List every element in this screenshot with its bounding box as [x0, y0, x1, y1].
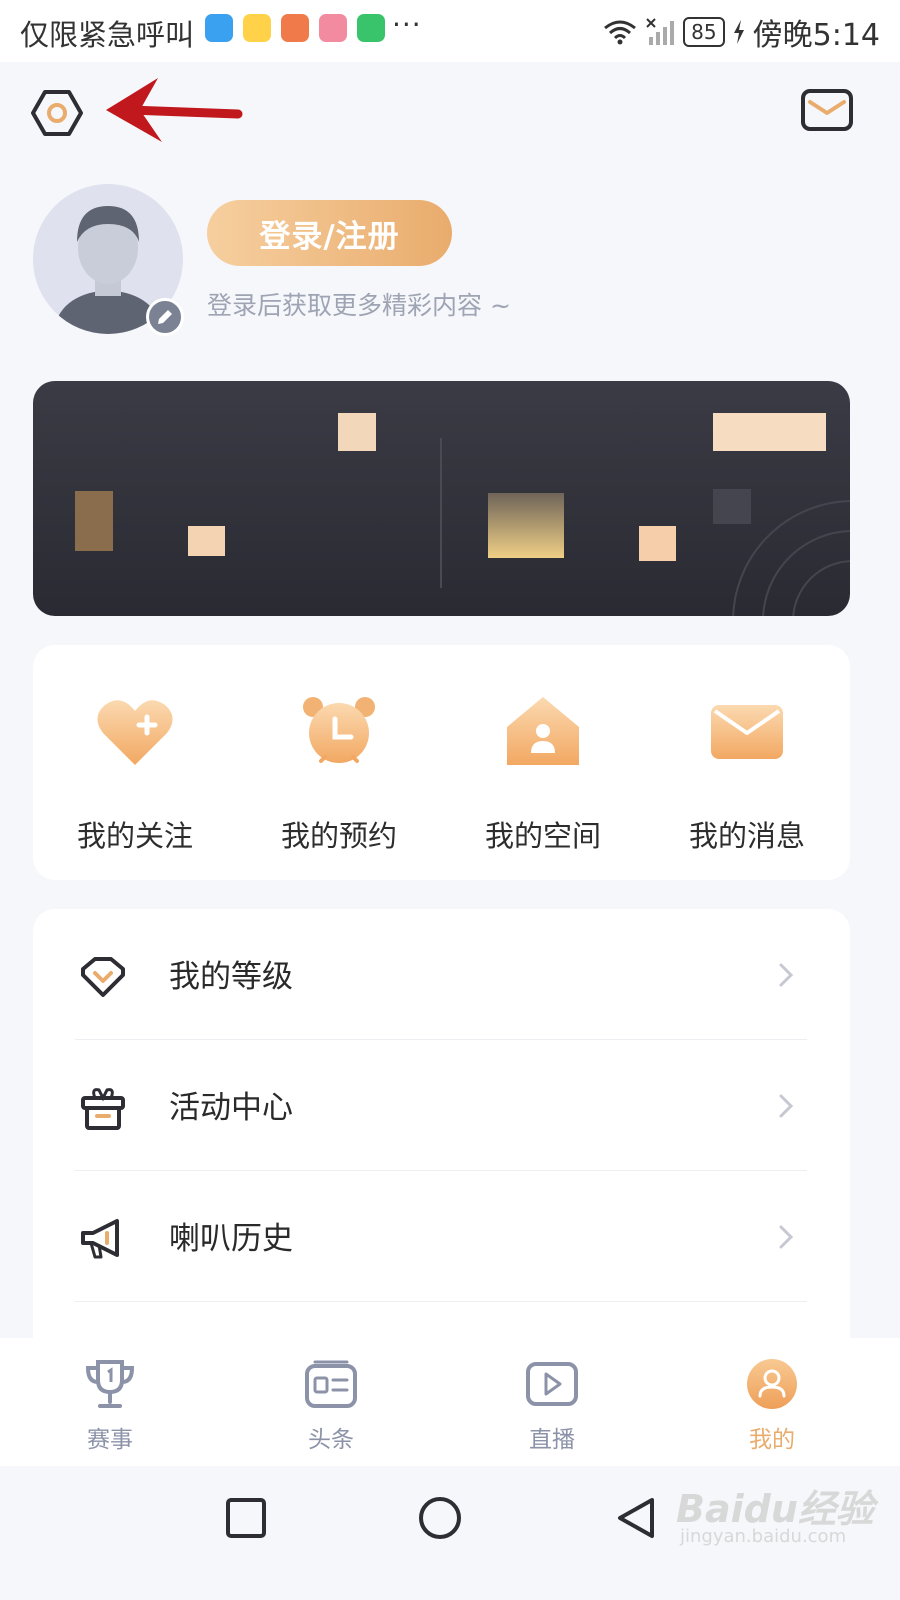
blurred-block — [75, 491, 113, 551]
mihoyo-app-icon — [243, 14, 271, 42]
status-right: 85 傍晚5:14 — [603, 10, 880, 54]
nav-tab-mine[interactable]: 我的 — [717, 1358, 827, 1454]
blurred-block — [488, 493, 564, 558]
baidu-watermark: Baidu经验 — [676, 1487, 874, 1531]
gift-icon — [81, 1088, 125, 1130]
chevron-right-icon — [779, 963, 794, 987]
trophy-icon — [85, 1360, 135, 1408]
alarm-clock-icon — [303, 697, 375, 763]
quick-action-messages[interactable]: 我的消息 — [667, 695, 827, 855]
menu-item-level[interactable]: 我的等级 — [75, 909, 807, 1040]
news-icon — [305, 1360, 357, 1408]
mail-button[interactable] — [800, 88, 854, 132]
quick-action-label: 我的预约 — [280, 819, 397, 853]
blurred-block — [713, 413, 826, 451]
quick-action-reservation[interactable]: 我的预约 — [259, 695, 419, 855]
chevron-right-icon — [779, 1225, 794, 1249]
quick-action-following[interactable]: 我的关注 — [55, 695, 215, 855]
settings-button[interactable] — [30, 86, 84, 140]
clock: 傍晚5:14 — [752, 18, 880, 53]
home-circle-icon[interactable] — [416, 1494, 464, 1542]
carrier-status: 仅限紧急呼叫 — [20, 18, 195, 52]
battery-indicator: 85 — [683, 17, 725, 47]
quick-action-label: 我的空间 — [484, 819, 601, 853]
user-icon — [747, 1359, 797, 1409]
menu-item-label: 喇叭历史 — [169, 1221, 293, 1257]
menu-item-label: 我的等级 — [169, 959, 293, 995]
pink-app-icon — [319, 14, 347, 42]
more-notifications-icon: ··· — [392, 8, 422, 41]
shield-app-icon — [205, 14, 233, 42]
blurred-block — [188, 526, 225, 556]
blurred-block — [639, 526, 676, 561]
heart-plus-icon — [97, 700, 173, 765]
nav-tab-live[interactable]: 直播 — [497, 1358, 607, 1454]
pencil-icon — [158, 310, 172, 324]
game-app-icon — [281, 14, 309, 42]
banner-divider — [440, 438, 442, 588]
baidu-watermark-url: jingyan.baidu.com — [680, 1526, 847, 1547]
quick-action-label: 我的消息 — [688, 819, 805, 853]
menu-item-activity[interactable]: 活动中心 — [75, 1040, 807, 1171]
menu-item-label: 活动中心 — [169, 1090, 293, 1126]
level-diamond-icon — [81, 957, 125, 997]
nav-tab-label: 赛事 — [87, 1427, 133, 1453]
megaphone-icon — [81, 1219, 119, 1259]
nav-tab-label: 头条 — [308, 1427, 354, 1453]
menu-item-horn-history[interactable]: 喇叭历史 — [75, 1171, 807, 1302]
nav-tab-matches[interactable]: 赛事 — [55, 1358, 165, 1454]
charging-icon — [733, 20, 744, 44]
login-register-button[interactable]: 登录/注册 — [207, 200, 452, 266]
mail-icon — [801, 89, 853, 131]
blurred-block — [338, 413, 376, 451]
decorative-rings — [732, 500, 850, 616]
book-app-icon — [357, 14, 385, 42]
notification-app-icons — [205, 14, 385, 42]
envelope-icon — [711, 705, 783, 759]
red-arrow-annotation — [106, 78, 243, 142]
house-user-icon — [507, 697, 579, 765]
quick-action-space[interactable]: 我的空间 — [463, 695, 623, 855]
back-triangle-icon[interactable] — [612, 1494, 660, 1542]
wifi-icon — [604, 20, 637, 45]
edit-avatar-button[interactable] — [146, 298, 184, 336]
recent-apps-icon[interactable] — [222, 1494, 270, 1542]
settings-hexagon-icon — [31, 90, 83, 136]
nav-tab-headlines[interactable]: 头条 — [276, 1358, 386, 1454]
login-hint-text: 登录后获取更多精彩内容 ~ — [207, 291, 511, 320]
no-signal-icon — [646, 18, 675, 45]
play-icon — [526, 1362, 578, 1406]
nav-tab-label: 我的 — [749, 1427, 795, 1453]
chevron-right-icon — [779, 1094, 794, 1118]
nav-tab-label: 直播 — [529, 1427, 575, 1453]
quick-action-label: 我的关注 — [76, 819, 193, 853]
